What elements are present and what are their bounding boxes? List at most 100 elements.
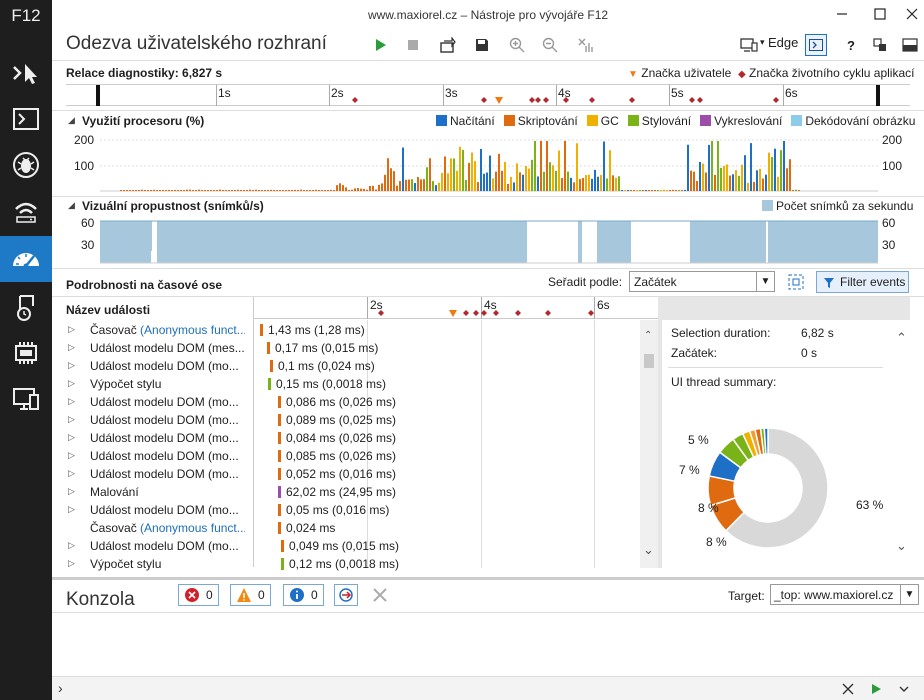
close-icon[interactable] — [902, 4, 922, 24]
console-toggle-button[interactable] — [805, 34, 827, 56]
clear-on-navigate-button[interactable] — [334, 584, 358, 606]
cpu-bar — [510, 176, 512, 191]
filter-events-button[interactable]: Filter events — [816, 271, 909, 293]
event-source-link[interactable]: (Anonymous funct... — [140, 323, 245, 337]
expand-row-icon[interactable]: ▷ — [68, 486, 75, 497]
clear-selection-icon[interactable] — [574, 34, 596, 56]
info-filter-button[interactable]: 0 — [283, 584, 324, 606]
cpu-bar — [321, 190, 323, 191]
console-icon[interactable] — [0, 96, 52, 142]
session-ruler[interactable]: 1s 2s 3s 4s 5s 6s — [66, 84, 910, 106]
cpu-chart[interactable]: 200 100 200 100 — [66, 130, 910, 192]
chevron-up-icon[interactable]: ⌃ — [644, 330, 652, 341]
event-row[interactable]: ▷ Událost modelu DOM (mo... — [52, 465, 252, 483]
event-row[interactable]: ▷ Událost modelu DOM (mo... — [52, 429, 252, 447]
debugger-icon[interactable] — [0, 142, 52, 188]
help-icon[interactable]: ? — [840, 34, 862, 56]
expand-row-icon[interactable]: ▷ — [68, 504, 75, 515]
expand-row-icon[interactable]: ▷ — [68, 558, 75, 569]
memory-icon[interactable] — [0, 284, 52, 330]
sort-select[interactable]: Začátek ▼ — [629, 271, 775, 292]
expand-row-icon[interactable]: ▷ — [68, 342, 75, 353]
cpu-bar — [171, 190, 173, 191]
cpu-bar — [660, 190, 662, 191]
save-icon[interactable] — [471, 34, 493, 56]
events-scrollbar[interactable]: ⌃ ⌄ — [640, 320, 658, 568]
browser-target-icon[interactable] — [738, 34, 762, 56]
chevron-down-icon: ▼ — [900, 585, 918, 604]
event-duration: 0,05 ms (0,016 ms) — [286, 503, 390, 517]
cpu-bar — [594, 169, 596, 191]
column-splitter[interactable] — [253, 297, 254, 567]
cpu-bar — [654, 190, 656, 191]
emulation-icon[interactable] — [0, 376, 52, 422]
zoom-in-icon[interactable] — [506, 34, 528, 56]
expand-row-icon[interactable]: ▷ — [68, 378, 75, 389]
dock-icon[interactable] — [899, 34, 921, 56]
expand-row-icon[interactable]: ▷ — [68, 432, 75, 443]
event-row[interactable]: ▷ Výpočet stylu — [52, 375, 252, 393]
network-icon[interactable] — [0, 188, 52, 234]
expand-row-icon[interactable]: ▷ — [68, 414, 75, 425]
zoom-to-selection-icon[interactable] — [786, 272, 806, 295]
browser-label[interactable]: Edge — [768, 35, 798, 50]
event-row[interactable]: ▷ Událost modelu DOM (mo... — [52, 447, 252, 465]
event-name: Výpočet stylu — [90, 557, 245, 571]
chevron-up-icon[interactable]: ⌃ — [896, 330, 907, 346]
event-row[interactable]: ▷ Událost modelu DOM (mo... — [52, 501, 252, 519]
event-row[interactable]: ▷ Událost modelu DOM (mo... — [52, 537, 252, 555]
throughput-chart[interactable]: 60 30 60 30 — [66, 214, 910, 264]
event-row[interactable]: ▷ Výpočet stylu — [52, 555, 252, 573]
import-icon[interactable] — [437, 34, 459, 56]
expand-row-icon[interactable]: ▷ — [68, 360, 75, 371]
ui-responsiveness-icon[interactable] — [0, 236, 52, 282]
event-name: Událost modelu DOM (mo... — [90, 449, 245, 463]
cpu-bar — [531, 159, 533, 191]
expand-row-icon[interactable]: ▷ — [68, 540, 75, 551]
cpu-bar — [741, 164, 743, 191]
errors-filter-button[interactable]: 0 — [178, 584, 219, 606]
run-icon[interactable] — [870, 683, 882, 695]
clear-console-icon[interactable] — [372, 587, 388, 606]
chevron-down-icon[interactable]: ⌄ — [896, 538, 907, 554]
summary-scrollbar[interactable]: ⌃ ⌄ — [892, 320, 910, 568]
cpu-bar — [492, 178, 494, 191]
expand-row-icon[interactable]: ▷ — [68, 450, 75, 461]
chevron-down-icon[interactable]: ⌄ — [643, 542, 654, 558]
expand-row-icon[interactable]: ▷ — [68, 468, 75, 479]
stop-profiling-icon[interactable] — [402, 34, 424, 56]
event-source-link[interactable]: (Anonymous funct... — [140, 521, 245, 535]
console-input-bar[interactable]: › — [52, 676, 924, 700]
scroll-thumb[interactable] — [644, 354, 654, 368]
tools-sidebar: F12 — [0, 0, 52, 700]
event-duration: 0,086 ms (0,026 ms) — [286, 395, 397, 409]
cpu-bar — [693, 171, 695, 191]
minimize-icon[interactable] — [832, 4, 852, 24]
zoom-out-icon[interactable] — [539, 34, 561, 56]
maximize-icon[interactable] — [870, 4, 890, 24]
event-row[interactable]: ▷ Časovač (Anonymous funct... — [52, 321, 252, 339]
dom-explorer-icon[interactable] — [0, 50, 52, 96]
event-row[interactable]: ▷ Událost modelu DOM (mo... — [52, 411, 252, 429]
event-row[interactable]: ▷ Událost modelu DOM (mo... — [52, 357, 252, 375]
cpu-bar — [126, 190, 128, 191]
target-select[interactable]: _top: www.maxiorel.cz ▼ — [770, 584, 919, 605]
event-name-text: Událost modelu DOM (mo... — [90, 467, 239, 481]
cpu-bar — [603, 141, 605, 191]
event-row[interactable]: ▷ Událost modelu DOM (mo... — [52, 393, 252, 411]
expand-row-icon[interactable]: ▷ — [68, 324, 75, 335]
clear-input-icon[interactable] — [842, 683, 854, 695]
collapse-throughput-icon[interactable]: ◢ — [68, 200, 75, 211]
console-splitter[interactable] — [52, 577, 924, 580]
warnings-filter-button[interactable]: 0 — [230, 584, 271, 606]
event-row[interactable]: ▷ Událost modelu DOM (mes... — [52, 339, 252, 357]
start-profiling-icon[interactable] — [369, 34, 391, 56]
expand-row-icon[interactable]: ▷ — [68, 396, 75, 407]
profiler-chip-icon[interactable] — [0, 330, 52, 376]
event-row[interactable]: ▷ Malování — [52, 483, 252, 501]
event-name-text: Malování — [90, 485, 139, 499]
expand-input-icon[interactable] — [898, 683, 910, 695]
event-row[interactable]: Časovač (Anonymous funct... — [52, 519, 252, 537]
undock-icon[interactable] — [869, 34, 891, 56]
collapse-cpu-icon[interactable]: ◢ — [68, 115, 75, 126]
